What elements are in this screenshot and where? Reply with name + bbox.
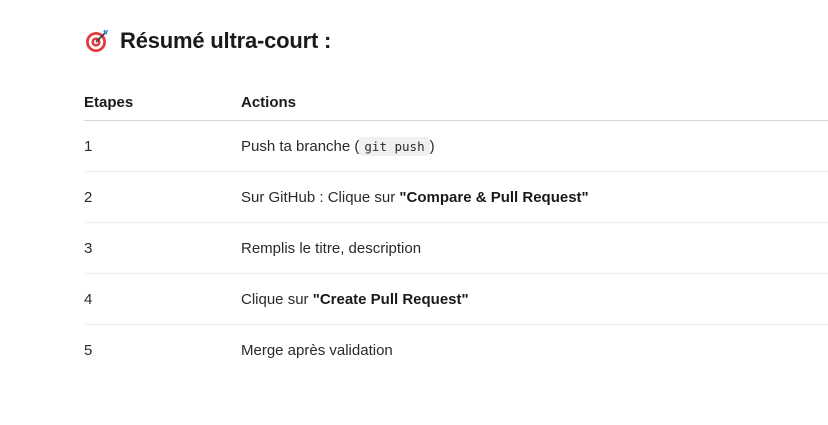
table-row: 1 Push ta branche (git push) bbox=[84, 120, 828, 172]
action-text: Clique sur bbox=[241, 290, 313, 308]
action-text: Sur GitHub : Clique sur bbox=[241, 188, 400, 206]
table-row: 2 Sur GitHub : Clique sur "Compare & Pul… bbox=[84, 171, 828, 223]
action-text: Merge après validation bbox=[241, 341, 393, 359]
step-number: 1 bbox=[84, 120, 241, 172]
inline-code: git push bbox=[359, 136, 430, 156]
action-bold: "Compare & Pull Request" bbox=[399, 188, 589, 206]
table-header-row: Etapes Actions bbox=[84, 84, 828, 121]
step-action: Remplis le titre, description bbox=[241, 222, 828, 274]
step-number: 3 bbox=[84, 222, 241, 274]
action-text: Push ta branche ( bbox=[241, 137, 360, 155]
action-bold: "Create Pull Request" bbox=[312, 290, 469, 308]
table-row: 3 Remplis le titre, description bbox=[84, 222, 828, 274]
target-dart-icon bbox=[86, 29, 109, 52]
step-action: Sur GitHub : Clique sur "Compare & Pull … bbox=[241, 171, 828, 223]
column-header-actions: Actions bbox=[241, 84, 828, 121]
table-row: 5 Merge après validation bbox=[84, 325, 828, 376]
column-header-steps: Etapes bbox=[84, 84, 241, 121]
action-text: Remplis le titre, description bbox=[241, 239, 422, 257]
action-text-end: ) bbox=[429, 137, 435, 155]
section-heading: Résumé ultra-court : bbox=[84, 26, 331, 56]
step-action: Push ta branche (git push) bbox=[241, 120, 828, 172]
step-number: 4 bbox=[84, 273, 241, 325]
step-action: Merge après validation bbox=[241, 325, 828, 376]
table-row: 4 Clique sur "Create Pull Request" bbox=[84, 273, 828, 325]
step-number: 5 bbox=[84, 341, 93, 359]
step-action: Clique sur "Create Pull Request" bbox=[241, 273, 828, 325]
section-title: Résumé ultra-court : bbox=[120, 28, 332, 53]
summary-table: Etapes Actions 1 Push ta branche (git pu… bbox=[84, 84, 828, 375]
step-number: 2 bbox=[84, 171, 241, 223]
